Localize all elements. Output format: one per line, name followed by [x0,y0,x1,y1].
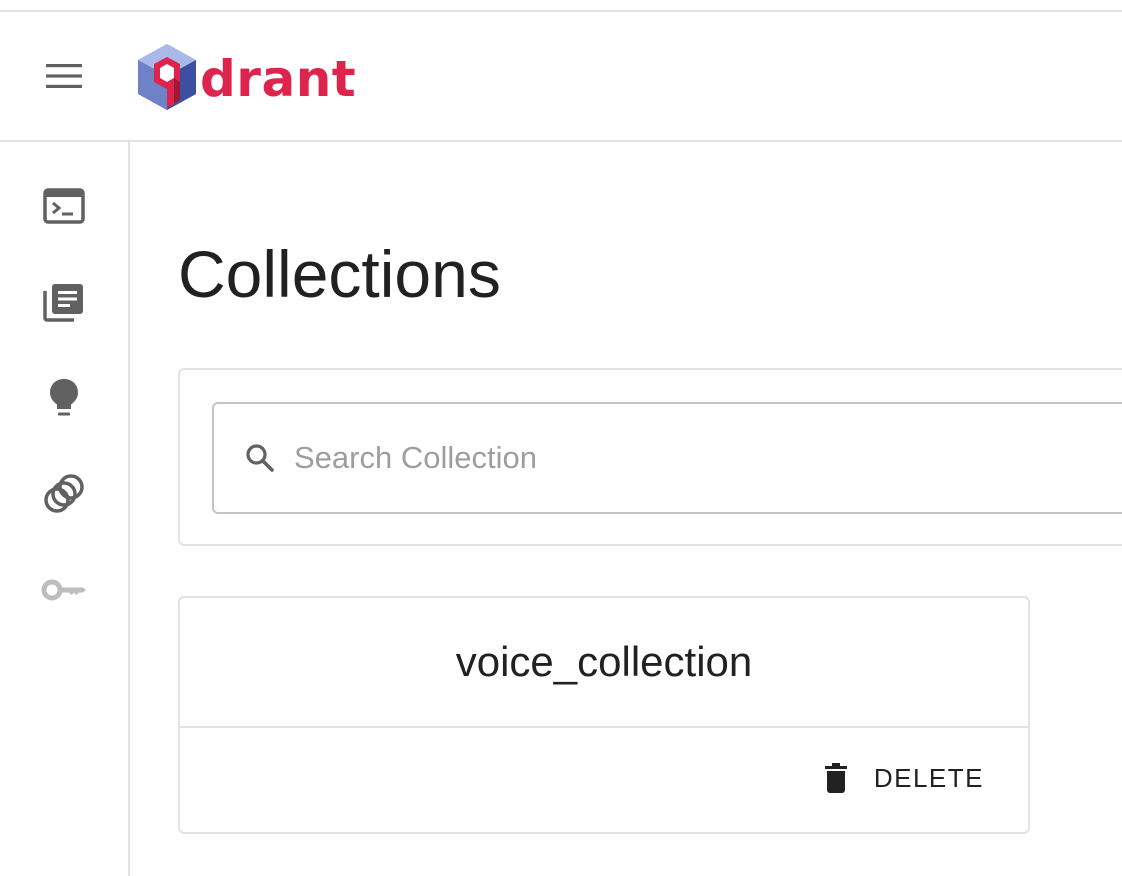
search-card [178,368,1122,546]
sidebar-item-console[interactable] [38,180,90,232]
collection-card: voice_collection DELETE [178,596,1030,834]
main-content: Collections voice_collection [130,142,1122,876]
qdrant-cube-logo-icon [138,44,196,110]
delete-label: DELETE [873,762,984,793]
sidebar-item-tutorial[interactable] [38,372,90,424]
app-bar: drant [0,12,1122,142]
sidebar-item-datasets[interactable] [38,468,90,520]
workspaces-rings-icon [44,474,84,513]
lightbulb-icon [50,379,78,416]
sidebar [0,142,130,876]
library-books-icon [43,284,83,322]
search-box[interactable] [212,402,1122,514]
qdrant-logo[interactable]: drant [134,42,356,112]
key-icon [41,579,86,601]
search-icon [242,440,278,476]
page-title: Collections [178,237,501,311]
sidebar-item-access-keys[interactable] [38,564,90,616]
terminal-console-icon [43,188,85,224]
card-actions: DELETE [180,728,1028,834]
hamburger-menu-icon [46,64,82,88]
sidebar-item-collections[interactable] [38,276,90,328]
collection-name[interactable]: voice_collection [180,598,1028,728]
qdrant-dashboard: drant Collections Search Collection voic… [0,0,1122,876]
menu-button[interactable] [40,60,88,92]
trash-icon [824,762,852,794]
search-input[interactable] [292,439,1096,477]
delete-collection-button[interactable]: DELETE [824,762,984,794]
logo-text: drant [200,50,357,108]
